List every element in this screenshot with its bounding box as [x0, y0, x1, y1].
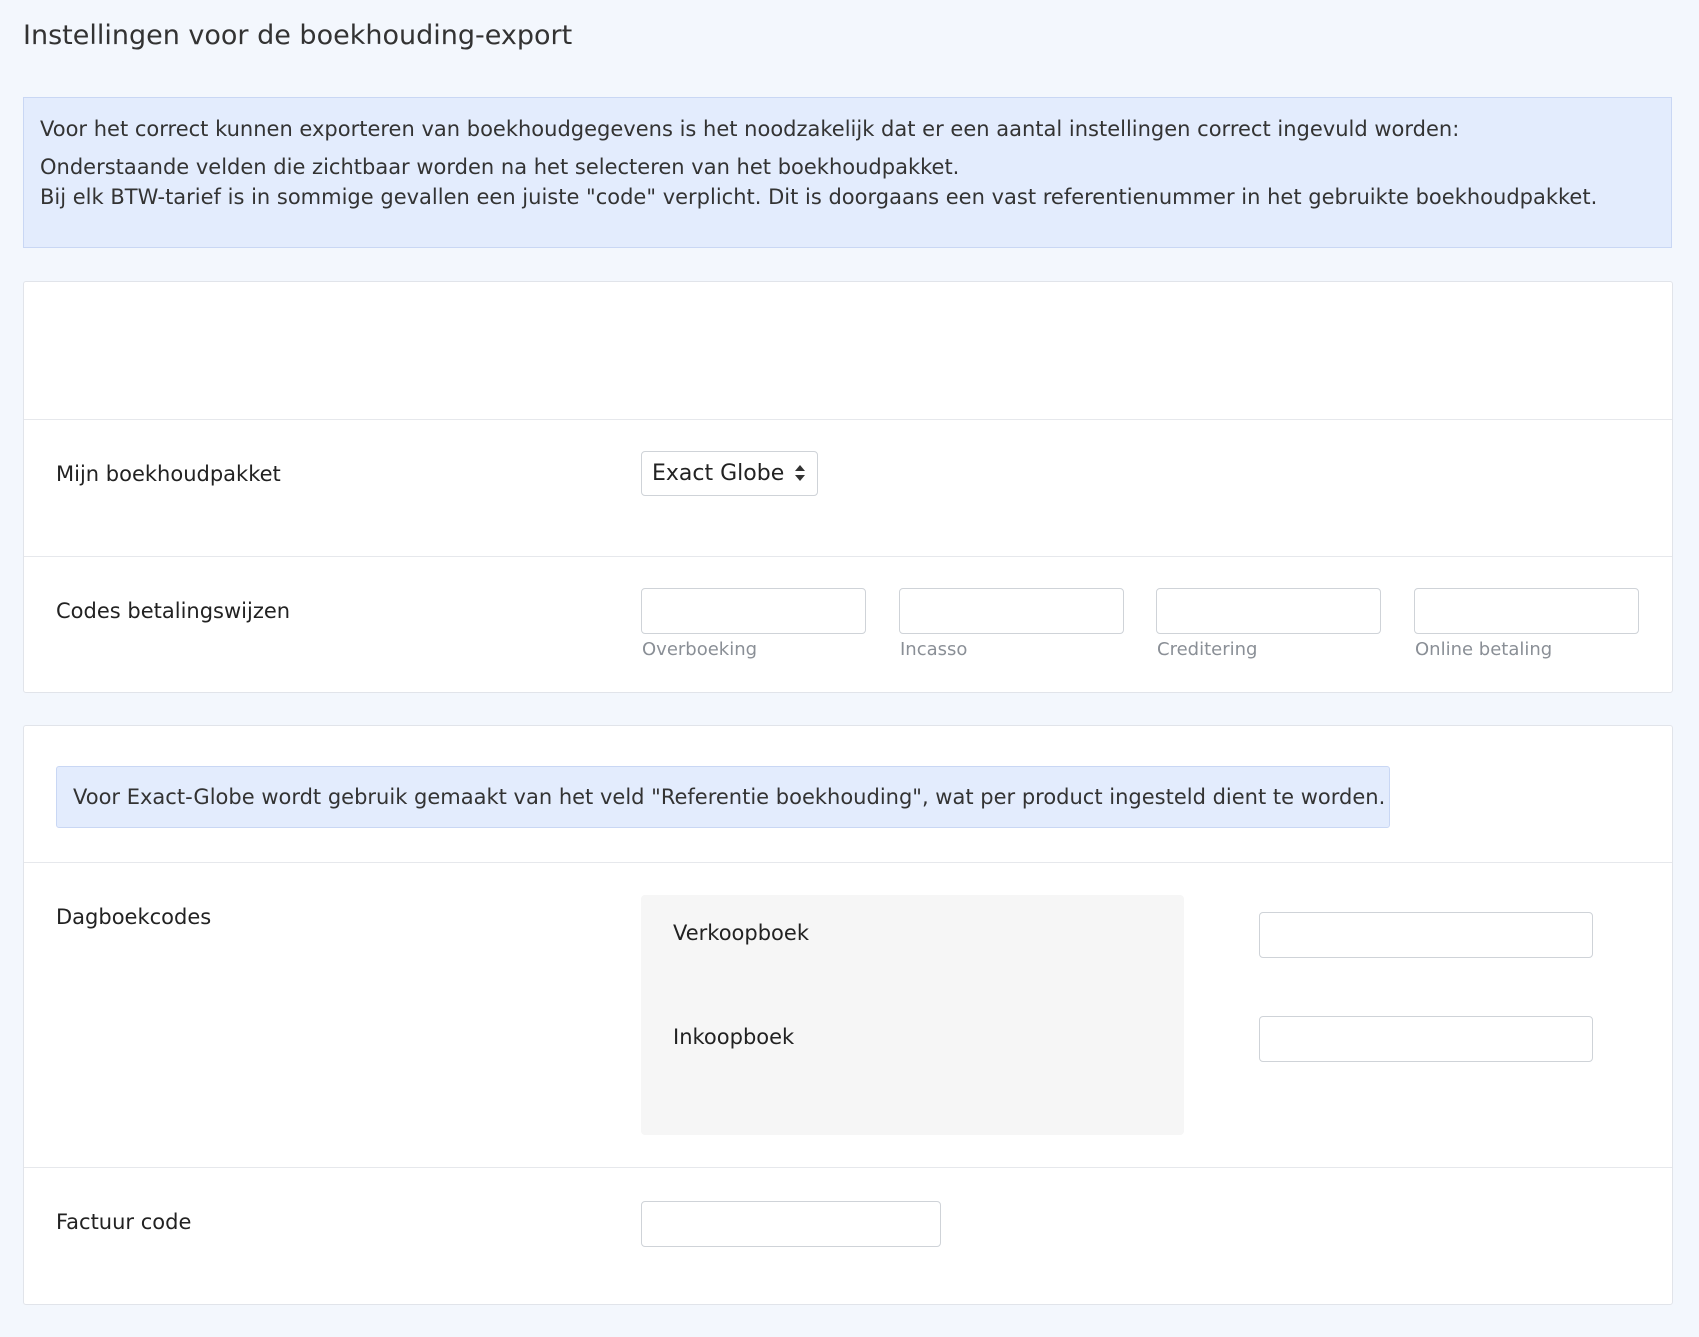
inkoopboek-label: Inkoopboek — [673, 1025, 795, 1049]
divider — [24, 1167, 1672, 1168]
incasso-input[interactable] — [899, 588, 1124, 634]
verkoopboek-input[interactable] — [1259, 912, 1593, 958]
info-line: Onderstaande velden die zichtbaar worden… — [40, 155, 960, 179]
divider — [24, 862, 1672, 863]
divider — [24, 419, 1672, 420]
journal-codes-label: Dagboekcodes — [56, 905, 212, 929]
page-title: Instellingen voor de boekhouding-export — [23, 20, 573, 51]
overboeking-input[interactable] — [641, 588, 866, 634]
info-line: Voor het correct kunnen exporteren van b… — [40, 117, 1460, 141]
invoice-code-input[interactable] — [641, 1201, 941, 1247]
package-select-value: Exact Globe — [652, 461, 785, 486]
online-betaling-input[interactable] — [1414, 588, 1639, 634]
journal-codes-panel: Verkoopboek Inkoopboek — [641, 895, 1184, 1135]
invoice-code-label: Factuur code — [56, 1210, 192, 1234]
overboeking-hint: Overboeking — [642, 639, 758, 660]
exact-globe-card: Voor Exact-Globe wordt gebruik gemaakt v… — [23, 725, 1673, 1305]
info-line: Bij elk BTW-tarief is in sommige gevalle… — [40, 185, 1598, 209]
creditering-input[interactable] — [1156, 588, 1381, 634]
online-betaling-hint: Online betaling — [1415, 639, 1553, 660]
inkoopboek-input[interactable] — [1259, 1016, 1593, 1062]
creditering-hint: Creditering — [1157, 639, 1258, 660]
divider — [24, 556, 1672, 557]
payment-codes-label: Codes betalingswijzen — [56, 599, 291, 623]
package-select[interactable]: Exact Globe — [641, 451, 818, 496]
verkoopboek-label: Verkoopboek — [673, 921, 809, 945]
select-arrows-icon — [795, 464, 805, 484]
incasso-hint: Incasso — [900, 639, 968, 660]
info-box: Voor het correct kunnen exporteren van b… — [23, 97, 1672, 248]
exact-globe-notice: Voor Exact-Globe wordt gebruik gemaakt v… — [56, 766, 1390, 828]
package-settings-card: Mijn boekhoudpakket Exact Globe Codes be… — [23, 281, 1673, 693]
package-label: Mijn boekhoudpakket — [56, 462, 281, 486]
